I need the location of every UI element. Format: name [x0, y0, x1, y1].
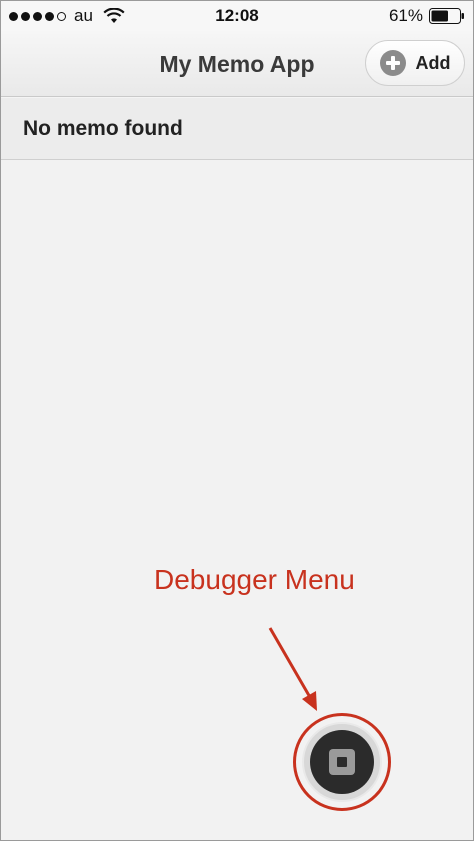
app-screen: au 12:08 61% My Memo App Add No memo fou…	[0, 0, 474, 841]
stop-square-icon	[329, 749, 355, 775]
annotation-arrow-icon	[268, 627, 317, 711]
annotation-label: Debugger Menu	[154, 564, 355, 595]
memo-list-empty-row: No memo found	[1, 98, 473, 160]
empty-list-message: No memo found	[23, 117, 183, 140]
add-button-label: Add	[415, 52, 451, 73]
status-bar: au 12:08 61%	[1, 1, 473, 31]
add-memo-button[interactable]: Add	[365, 40, 465, 86]
memo-list-area	[1, 160, 473, 840]
battery-percent: 61%	[388, 6, 423, 25]
debugger-menu-button[interactable]	[302, 722, 382, 802]
battery-icon	[429, 8, 464, 24]
debugger-button-face	[310, 730, 374, 794]
plus-circle-icon	[379, 50, 406, 76]
navigation-bar: My Memo App Add	[1, 31, 473, 97]
status-right: 61%	[389, 1, 465, 31]
